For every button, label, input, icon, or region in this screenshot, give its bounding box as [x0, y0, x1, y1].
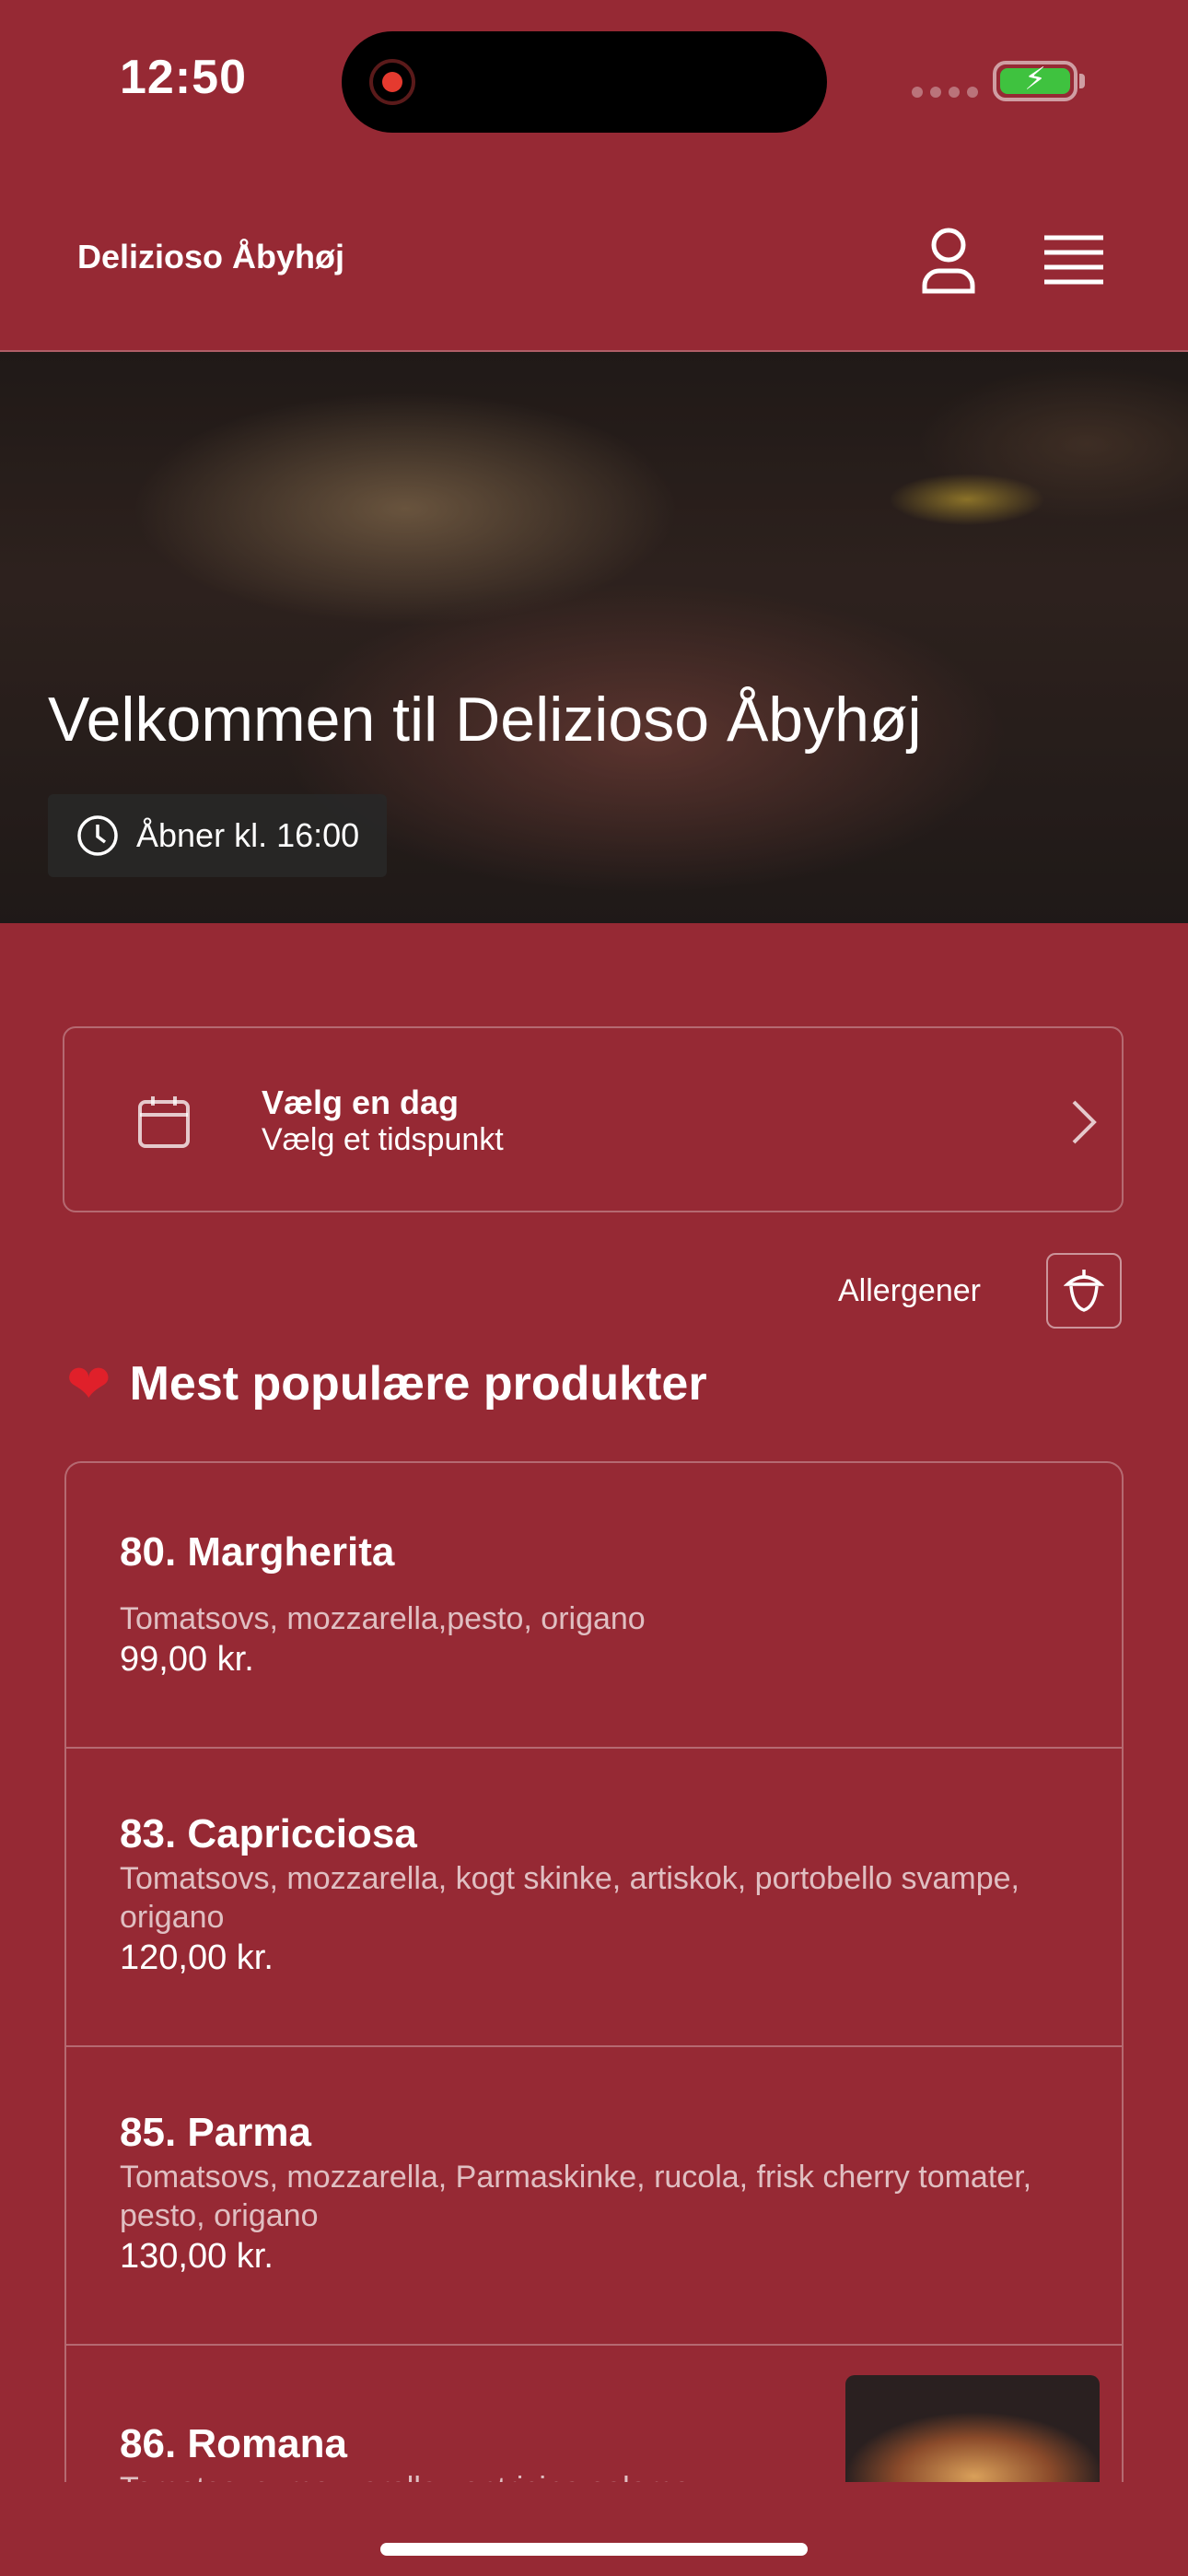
product-name: 83. Capricciosa [120, 1811, 417, 1856]
product-item[interactable]: 80. Margherita Tomatsovs, mozzarella,pes… [66, 1463, 1122, 1749]
user-icon [922, 228, 975, 294]
product-description: Tomatsovs, mozzarella, kogt skinke, arti… [120, 1861, 1019, 1935]
profile-button[interactable] [912, 223, 985, 297]
status-bar: 12:50 ⚡ [0, 0, 1188, 166]
product-image [845, 2375, 1100, 2482]
product-name: 80. Margherita [120, 1529, 395, 1575]
product-price: 130,00 kr. [120, 2237, 274, 2276]
status-time: 12:50 [120, 51, 247, 104]
product-item[interactable]: 86. Romana Tomatsovs, mozzarella ventric… [66, 2346, 1122, 2482]
home-indicator[interactable] [380, 2543, 808, 2556]
app-header: Delizioso Åbyhøj [0, 166, 1188, 352]
recording-indicator-icon [369, 59, 415, 105]
date-time-picker[interactable]: Vælg en dag Vælg et tidspunkt [63, 1026, 1124, 1212]
clock-icon [77, 815, 118, 856]
hamburger-menu-icon [1044, 235, 1103, 285]
choose-day-label: Vælg en dag [262, 1083, 460, 1121]
calendar-icon [138, 1096, 190, 1148]
allergens-button[interactable] [1046, 1253, 1122, 1329]
dynamic-island [342, 31, 827, 133]
product-list: 80. Margherita Tomatsovs, mozzarella,pes… [64, 1461, 1124, 2482]
popular-products-heading: ❤ Mest populære produkter [66, 1352, 707, 1415]
product-price: 99,00 kr. [120, 1640, 254, 1679]
product-description: Tomatsovs, mozzarella ventricina salame [120, 2469, 820, 2482]
product-name: 86. Romana [120, 2421, 347, 2466]
brand-name[interactable]: Delizioso Åbyhøj [77, 238, 344, 276]
product-price: 120,00 kr. [120, 1938, 274, 1977]
heart-icon: ❤ [66, 1354, 111, 1414]
choose-time-label: Vælg et tidspunkt [262, 1122, 504, 1157]
chevron-right-icon [1072, 1100, 1097, 1144]
section-title: Mest populære produkter [129, 1357, 707, 1411]
product-description: Tomatsovs, mozzarella,pesto, origano [120, 1601, 646, 1636]
hero-title: Velkommen til Delizioso Åbyhøj [48, 685, 922, 755]
acorn-icon [1064, 1270, 1104, 1312]
product-item[interactable]: 85. Parma Tomatsovs, mozzarella, Parmask… [66, 2047, 1122, 2346]
hero-banner: Velkommen til Delizioso Åbyhøj Åbner kl.… [0, 352, 1188, 923]
opening-hours-text: Åbner kl. 16:00 [136, 816, 360, 854]
menu-button[interactable] [1039, 225, 1109, 295]
product-name: 85. Parma [120, 2110, 311, 2155]
product-description: Tomatsovs, mozzarella, Parmaskinke, ruco… [120, 2160, 1032, 2233]
battery-icon: ⚡ [993, 61, 1077, 101]
product-item[interactable]: 83. Capricciosa Tomatsovs, mozzarella, k… [66, 1749, 1122, 2047]
signal-icon [912, 87, 978, 98]
allergens-label: Allergener [838, 1273, 981, 1308]
opening-hours-badge: Åbner kl. 16:00 [48, 794, 388, 877]
